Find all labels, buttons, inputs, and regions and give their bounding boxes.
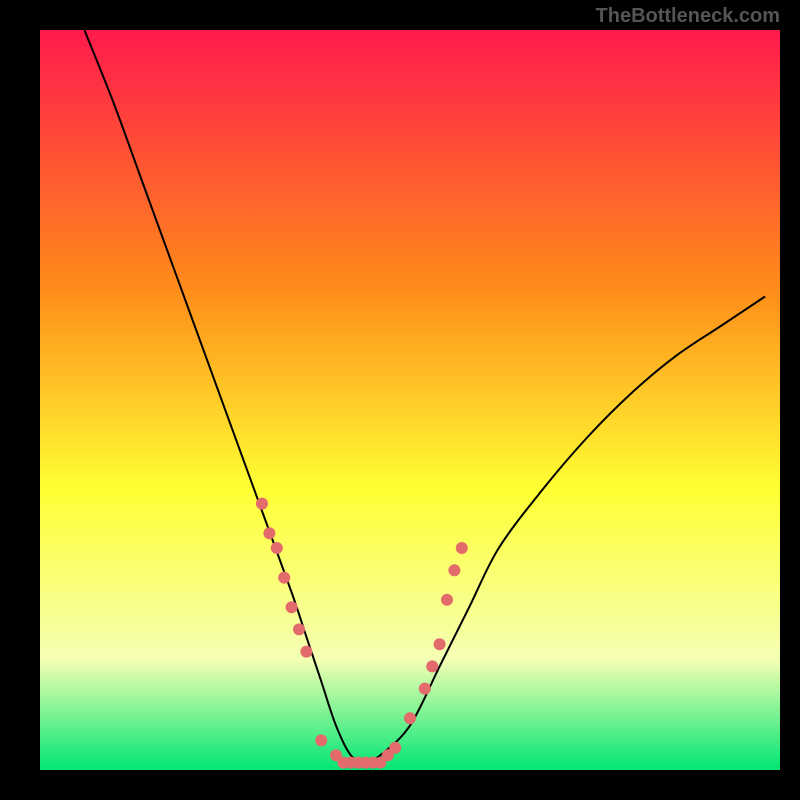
- data-point: [315, 734, 327, 746]
- data-point: [256, 498, 268, 510]
- data-point: [278, 572, 290, 584]
- data-point: [426, 660, 438, 672]
- data-point: [271, 542, 283, 554]
- data-point: [389, 742, 401, 754]
- data-point: [456, 542, 468, 554]
- watermark-text: TheBottleneck.com: [596, 5, 780, 28]
- data-point: [263, 527, 275, 539]
- data-point: [419, 683, 431, 695]
- gradient-background: [40, 30, 780, 770]
- data-point: [441, 594, 453, 606]
- data-point: [286, 601, 298, 613]
- bottleneck-chart: [40, 30, 780, 770]
- data-point: [300, 646, 312, 658]
- data-point: [404, 712, 416, 724]
- data-point: [434, 638, 446, 650]
- data-point: [293, 623, 305, 635]
- data-point: [448, 564, 460, 576]
